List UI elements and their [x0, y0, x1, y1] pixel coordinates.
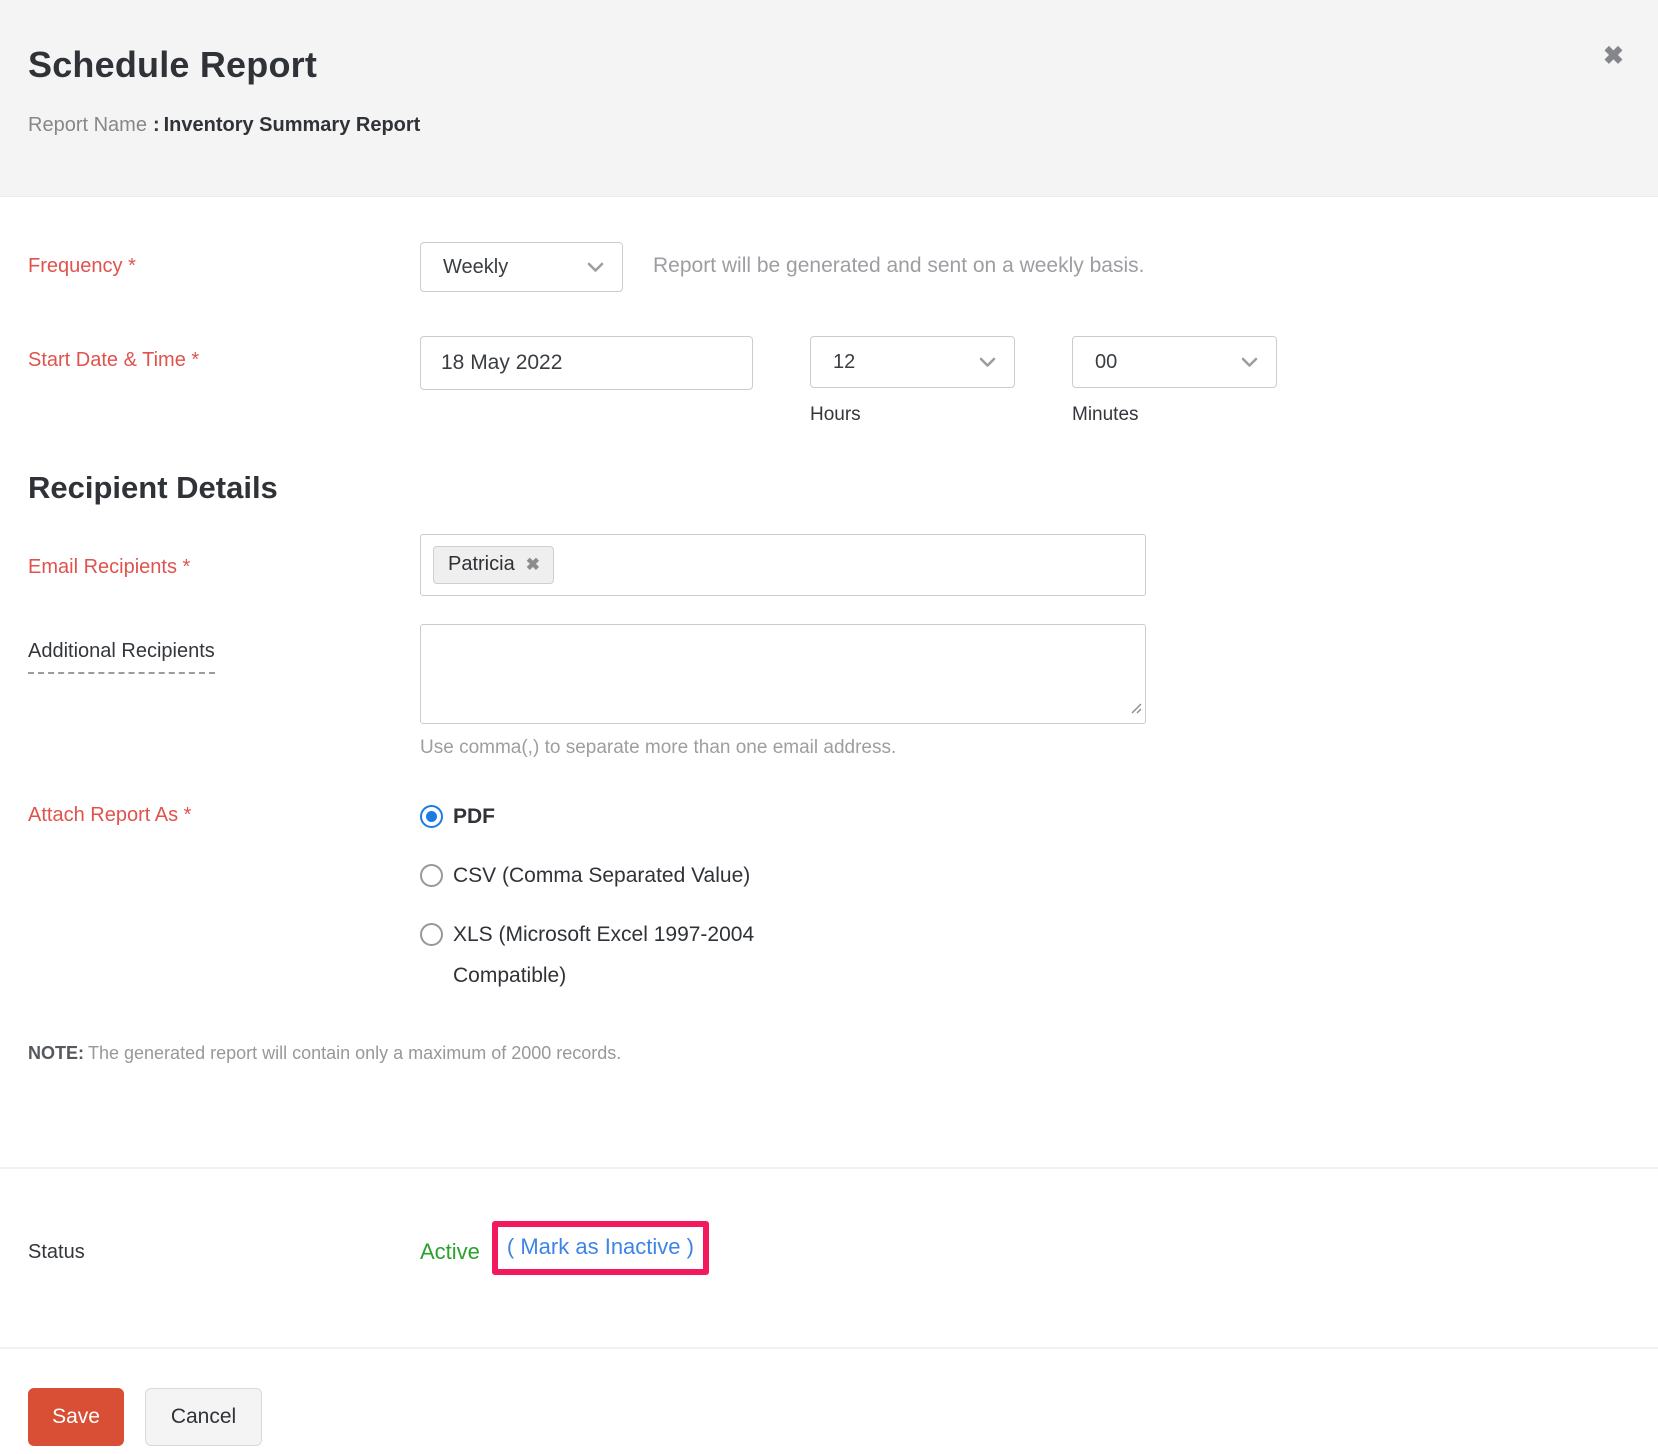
attach-report-row: Attach Report As * PDF CSV (Comma Separa…: [28, 793, 1626, 997]
required-asterisk: *: [191, 349, 199, 371]
recipient-tag: Patricia ✖: [433, 546, 554, 584]
frequency-select-value: Weekly: [443, 256, 508, 279]
radio-option-label: CSV (Comma Separated Value): [453, 856, 750, 897]
frequency-select[interactable]: Weekly: [420, 242, 623, 292]
additional-recipients-textarea[interactable]: [420, 624, 1146, 724]
hours-select[interactable]: 12: [810, 336, 1015, 388]
form-body: Frequency * Weekly Report will be genera…: [0, 242, 1658, 1064]
status-row: Status Active ( Mark as Inactive ): [28, 1221, 1626, 1275]
radio-option-label: PDF: [453, 797, 495, 838]
minutes-select[interactable]: 00: [1072, 336, 1277, 388]
report-name-line: Report Name:Inventory Summary Report: [28, 114, 1626, 137]
modal-footer: Save Cancel: [0, 1349, 1658, 1446]
frequency-help-text: Report will be generated and sent on a w…: [653, 242, 1144, 278]
required-asterisk: *: [128, 255, 136, 277]
report-name-value: Inventory Summary Report: [164, 114, 421, 136]
additional-recipients-label: Additional Recipients: [28, 624, 420, 674]
email-recipients-row: Email Recipients * Patricia ✖: [28, 534, 1626, 596]
page-title: Schedule Report: [28, 44, 1626, 86]
radio-option-label: XLS (Microsoft Excel 1997-2004 Compatibl…: [453, 915, 838, 997]
radio-option-csv[interactable]: CSV (Comma Separated Value): [420, 863, 838, 897]
cancel-button[interactable]: Cancel: [145, 1388, 262, 1446]
mark-as-inactive-link[interactable]: ( Mark as Inactive ): [507, 1234, 694, 1259]
start-date-input[interactable]: [420, 336, 753, 390]
minutes-caption: Minutes: [1072, 404, 1277, 426]
minutes-group: 00 Minutes: [1072, 336, 1277, 426]
additional-recipients-row: Additional Recipients Use comma(,) to se…: [28, 624, 1626, 759]
radio-unselected-icon: [420, 864, 443, 887]
note-text: The generated report will contain only a…: [88, 1043, 621, 1063]
radio-option-pdf[interactable]: PDF: [420, 804, 838, 838]
hours-select-value: 12: [833, 351, 855, 374]
radio-option-xls[interactable]: XLS (Microsoft Excel 1997-2004 Compatibl…: [420, 922, 838, 997]
frequency-label: Frequency *: [28, 242, 420, 278]
radio-selected-icon: [420, 805, 443, 828]
status-badge: Active: [420, 1231, 480, 1265]
start-datetime-label: Start Date & Time *: [28, 336, 420, 372]
attach-report-label: Attach Report As *: [28, 793, 420, 827]
note-line: NOTE:The generated report will contain o…: [28, 1043, 1626, 1064]
recipient-tag-name: Patricia: [448, 553, 515, 576]
start-datetime-row: Start Date & Time * 12 Hours 00 Minutes: [28, 336, 1626, 426]
email-recipients-label: Email Recipients *: [28, 534, 420, 579]
required-asterisk: *: [184, 804, 192, 826]
additional-recipients-help: Use comma(,) to separate more than one e…: [420, 737, 1146, 759]
chevron-down-icon: [979, 351, 996, 374]
report-name-label: Report Name: [28, 114, 147, 136]
annotation-highlight-box: ( Mark as Inactive ): [492, 1221, 709, 1275]
close-icon[interactable]: ✖: [1603, 44, 1624, 69]
note-label: NOTE:: [28, 1043, 84, 1063]
modal-header: Schedule Report Report Name:Inventory Su…: [0, 0, 1658, 197]
report-name-separator: :: [153, 114, 160, 136]
tag-remove-icon[interactable]: ✖: [526, 556, 540, 573]
hours-group: 12 Hours: [810, 336, 1015, 426]
hours-caption: Hours: [810, 404, 1015, 426]
divider: [0, 1167, 1658, 1169]
attach-format-radio-group: PDF CSV (Comma Separated Value) XLS (Mic…: [420, 793, 838, 997]
status-label: Status: [28, 1221, 420, 1264]
additional-recipients-field-wrap: [420, 624, 1146, 724]
minutes-select-value: 00: [1095, 351, 1117, 374]
required-asterisk: *: [183, 556, 191, 578]
email-recipients-input[interactable]: Patricia ✖: [420, 534, 1146, 596]
recipient-details-heading: Recipient Details: [28, 470, 1626, 506]
chevron-down-icon: [587, 256, 604, 279]
save-button[interactable]: Save: [28, 1388, 124, 1446]
radio-unselected-icon: [420, 923, 443, 946]
frequency-row: Frequency * Weekly Report will be genera…: [28, 242, 1626, 292]
chevron-down-icon: [1241, 351, 1258, 374]
